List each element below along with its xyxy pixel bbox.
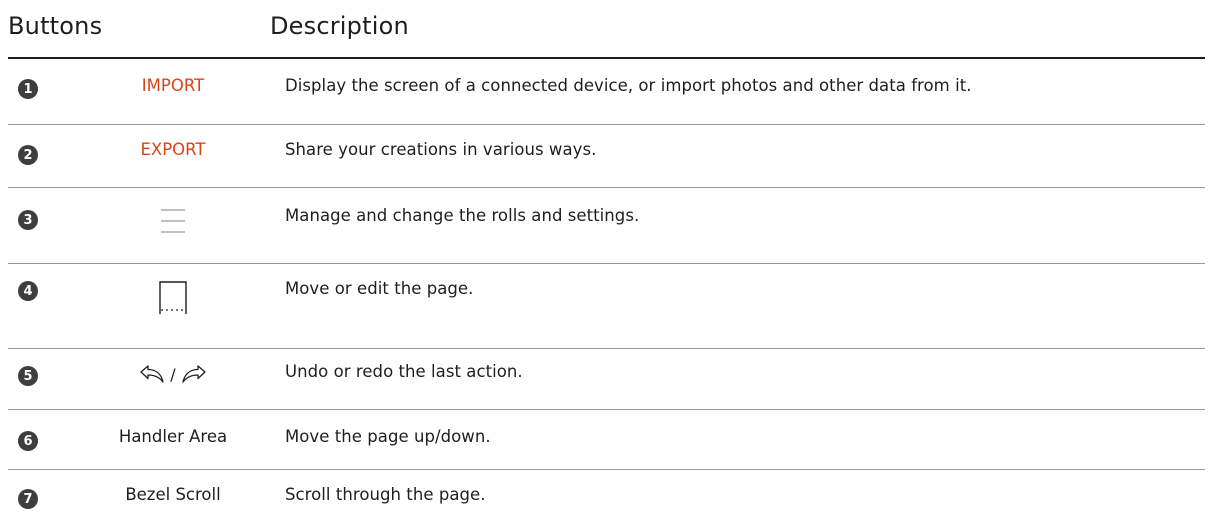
table-header: Buttons Description (0, 0, 1209, 59)
undo-icon (140, 365, 164, 383)
menu-lines-icon (108, 204, 238, 238)
table-row: 1 IMPORT Display the screen of a connect… (8, 59, 1205, 125)
row-number-badge: 7 (18, 489, 38, 509)
row-description: Move or edit the page. (285, 279, 474, 298)
table-row: 2 EXPORT Share your creations in various… (8, 125, 1205, 188)
row-number-badge: 1 (18, 79, 38, 99)
bezel-scroll-label: Bezel Scroll (125, 485, 221, 504)
row-number-badge: 5 (18, 366, 38, 386)
row-description: Manage and change the rolls and settings… (285, 206, 640, 225)
redo-icon (182, 365, 206, 383)
row-number-badge: 6 (18, 431, 38, 451)
description-column-heading: Description (270, 12, 409, 40)
import-button-label: IMPORT (141, 76, 205, 95)
row-number-badge: 4 (18, 281, 38, 301)
row-description: Move the page up/down. (285, 427, 491, 446)
handler-area-label: Handler Area (118, 427, 228, 446)
undo-redo-icons: / (108, 363, 238, 385)
row-number-badge: 2 (18, 145, 38, 165)
page-bracket-icon (108, 276, 238, 318)
row-number-badge: 3 (18, 210, 38, 230)
table-row: 7 Bezel Scroll Scroll through the page. (8, 470, 1205, 526)
table-row: 6 Handler Area Move the page up/down. (8, 410, 1205, 470)
row-description: Scroll through the page. (285, 485, 486, 504)
row-description: Display the screen of a connected device… (285, 76, 972, 95)
row-description: Undo or redo the last action. (285, 362, 523, 381)
table-row: 3 Manage and change the rolls and settin… (8, 188, 1205, 264)
undo-redo-separator: / (170, 364, 176, 384)
table-row: 5 / Undo or redo the last action. (8, 349, 1205, 410)
table-row: 4 Move or edit the page. (8, 264, 1205, 349)
row-description: Share your creations in various ways. (285, 140, 597, 159)
buttons-column-heading: Buttons (8, 12, 103, 40)
export-button-label: EXPORT (140, 140, 206, 159)
